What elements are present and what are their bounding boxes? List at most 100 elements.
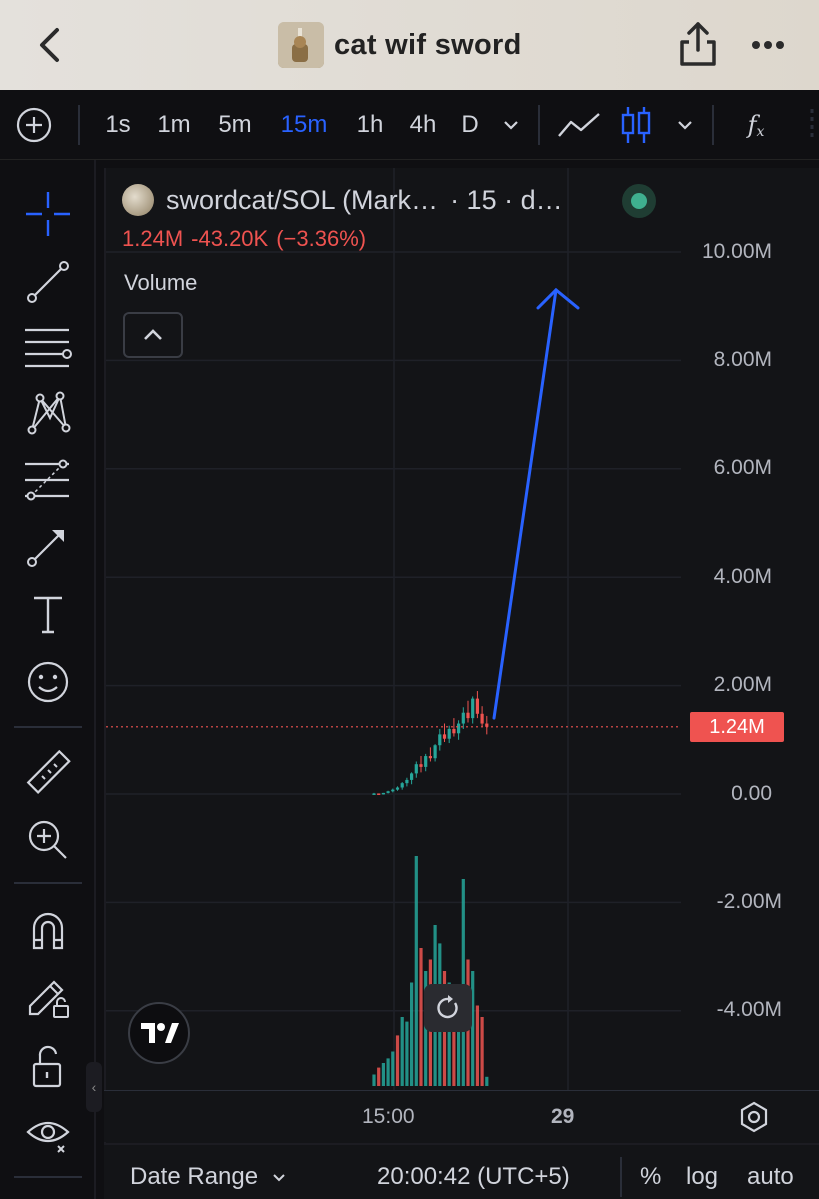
auto-toggle[interactable]: auto [747,1163,794,1191]
share-icon[interactable] [676,20,720,68]
panel-divider [14,726,82,728]
crosshair-icon[interactable] [22,188,74,240]
panel-divider [14,1176,82,1178]
date-range-button[interactable]: Date Range [130,1163,287,1191]
log-toggle[interactable]: log [686,1163,718,1191]
price-summary: 1.24M -43.20K (−3.36%) [122,226,366,252]
volume-bar [372,1074,376,1086]
symbol-legend[interactable]: swordcat/SOL (Mark… · 15 · d… [122,182,563,218]
emoji-icon[interactable] [22,656,74,708]
add-symbol-icon[interactable] [14,90,54,160]
price-change-percent: (−3.36%) [276,226,367,251]
candle-body [447,728,451,739]
candle-body [480,713,484,724]
trend-line-icon[interactable] [22,256,74,308]
volume-bar [381,1063,385,1086]
pattern-icon[interactable] [22,386,74,438]
bottom-bar: Date Range 20:00:42 (UTC+5) % log auto [104,1143,819,1199]
candle-body [405,779,409,784]
volume-bar [410,982,414,1086]
candle-body [414,764,418,774]
volume-bar [405,1021,409,1086]
interval-4h[interactable]: 4h [402,90,444,160]
line-chart-icon[interactable] [556,90,602,160]
bottom-divider [620,1157,622,1197]
toolbar-divider [538,105,540,145]
volume-indicator-label[interactable]: Volume [124,270,197,296]
ruler-icon[interactable] [22,748,74,800]
price-change: -43.20K [191,226,269,251]
drawing-tools-panel [0,160,96,1199]
interval-1m[interactable]: 1m [152,90,196,160]
indicators-icon[interactable]: fx [736,90,776,160]
drawn-arrow [492,288,558,720]
candle-body [471,698,475,719]
current-price: 1.24M [122,226,184,251]
page-title: cat wif sword [334,28,522,61]
candles-icon[interactable] [616,90,656,160]
interval-1s[interactable]: 1s [98,90,138,160]
arrow-tool-icon[interactable] [22,520,74,572]
candle-body [438,734,442,746]
price-chart[interactable] [106,168,819,1090]
candle-body [461,712,465,724]
volume-bar [391,1051,395,1086]
volume-bar [471,971,475,1086]
candle-body [466,712,470,719]
interval-d[interactable]: D [456,90,484,160]
candle-body [475,698,479,714]
candle-body [391,789,395,792]
volume-bar [480,1017,484,1086]
candle-body [410,773,414,780]
chevron-left-icon[interactable] [30,22,70,68]
eye-icon[interactable] [22,1106,74,1158]
gear-icon[interactable] [738,1101,770,1133]
candle-body [433,745,437,759]
lock-drawings-icon[interactable] [22,970,74,1022]
time-axis[interactable]: 15:00 29 [104,1090,819,1142]
token-icon [122,184,154,216]
candle-body [424,756,428,767]
market-status-icon[interactable] [622,184,656,218]
panel-collapse-handle[interactable]: ‹ [86,1062,102,1112]
y-axis-label: 6.00M [713,456,772,479]
volume-bar [395,1035,400,1086]
magnet-icon[interactable] [22,904,74,956]
indicators-label: f [747,111,757,139]
candle-body [452,728,456,734]
clock-timezone[interactable]: 20:00:42 (UTC+5) [377,1163,570,1191]
candle-body [395,787,400,790]
chart-pane[interactable]: swordcat/SOL (Mark… · 15 · d… 1.24M -43.… [104,168,819,1143]
text-tool-icon[interactable] [22,588,74,640]
parallel-lines-icon[interactable] [22,320,74,372]
interval-5m[interactable]: 5m [212,90,258,160]
percent-toggle[interactable]: % [640,1163,661,1191]
fib-retracement-icon[interactable] [22,454,74,506]
volume-bar [485,1076,489,1086]
title-group: cat wif sword [278,22,522,68]
volume-bar [386,1058,390,1086]
collapse-legend-button[interactable] [123,312,183,358]
overflow-icon[interactable] [800,90,819,160]
y-axis-label: 0.00 [731,782,772,805]
candle-body [457,723,461,734]
last-price-tag: 1.24M [690,712,784,742]
candle-body [381,792,385,795]
zoom-in-icon[interactable] [22,814,74,866]
y-axis-label: -2.00M [716,890,782,913]
unlock-icon[interactable] [22,1040,74,1092]
interval-1h[interactable]: 1h [350,90,390,160]
candle-body [419,764,423,767]
candle-body [386,791,390,793]
y-axis-label: 8.00M [713,348,772,371]
candle-body [442,734,447,739]
tradingview-logo-icon[interactable] [128,1002,190,1064]
reset-chart-icon[interactable] [424,984,472,1032]
y-axis-label: -4.00M [716,998,782,1021]
date-range-label: Date Range [130,1163,259,1190]
interval-15m[interactable]: 15m [274,90,334,160]
chevron-down-icon[interactable] [498,90,524,160]
panel-divider [14,882,82,884]
ellipsis-icon[interactable] [748,30,788,60]
chevron-down-icon[interactable] [672,90,698,160]
